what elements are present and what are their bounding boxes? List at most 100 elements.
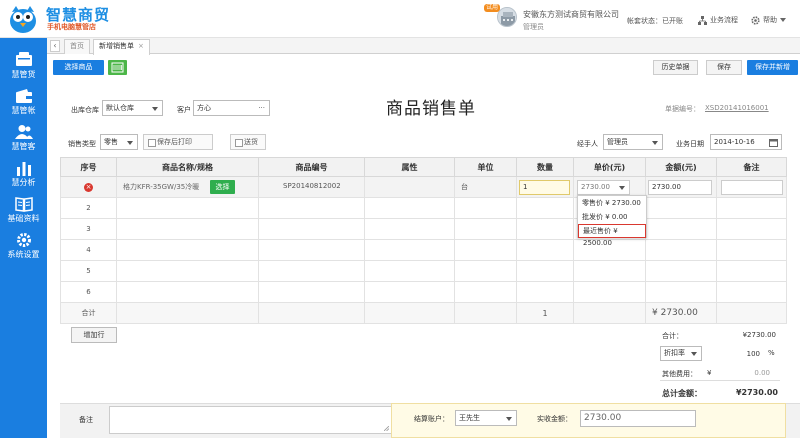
table-row: 3	[60, 218, 787, 240]
unit-cell[interactable]	[454, 281, 517, 303]
qty-cell[interactable]	[516, 281, 574, 303]
unit-cell[interactable]	[454, 260, 517, 282]
help-menu[interactable]: 帮助	[751, 15, 786, 25]
col-header-code: 商品编号	[258, 157, 365, 177]
amount-cell[interactable]	[645, 239, 717, 261]
calendar-icon[interactable]	[769, 138, 778, 147]
select-goods-button[interactable]: 选择商品	[53, 60, 104, 75]
tab-new-sales-order[interactable]: 新增销售单 ×	[93, 39, 150, 55]
remark-cell[interactable]	[716, 239, 787, 261]
discount-value[interactable]: 100	[720, 350, 760, 358]
goods-name-cell[interactable]	[116, 281, 259, 303]
add-row-button[interactable]: 增加行	[71, 327, 117, 343]
goods-code-cell[interactable]	[258, 281, 365, 303]
amount-cell[interactable]	[645, 197, 717, 219]
print-after-save-checkbox[interactable]: 保存后打印	[143, 134, 213, 150]
sidebar-item-basic-data[interactable]: 基础资料	[0, 194, 47, 230]
close-icon[interactable]: ×	[138, 42, 144, 50]
table-header-row: 序号 商品名称/规格 商品编号 属性 单位 数量 单价(元) 金额(元) 备注	[60, 157, 787, 177]
tab-scroll-left-icon[interactable]: ‹	[50, 40, 60, 52]
save-button[interactable]: 保存	[706, 60, 742, 75]
memo-textarea[interactable]	[109, 406, 392, 434]
qty-input[interactable]: 1	[519, 180, 570, 195]
save-new-button[interactable]: 保存并新增	[747, 60, 798, 75]
price-value: 2730.00	[581, 183, 610, 191]
attr-cell[interactable]	[364, 218, 455, 240]
remark-cell[interactable]	[716, 218, 787, 240]
business-date-label: 业务日期	[676, 140, 704, 148]
sidebar-item-goods[interactable]: 慧管货	[0, 50, 47, 86]
remark-cell[interactable]	[716, 260, 787, 282]
sidebar-item-customers[interactable]: 慧管客	[0, 122, 47, 158]
price-cell[interactable]	[573, 260, 646, 282]
qty-cell[interactable]	[516, 260, 574, 282]
warehouse-label: 出库仓库	[71, 106, 99, 114]
attr-cell[interactable]	[364, 197, 455, 219]
sidebar-item-accounts[interactable]: 慧管帐	[0, 86, 47, 122]
discount-select[interactable]: 折扣率	[660, 346, 702, 361]
settlement-account-select[interactable]: 王先生	[455, 410, 517, 426]
amount-cell[interactable]	[645, 218, 717, 240]
select-goods-row-button[interactable]: 选择	[210, 180, 235, 194]
table-row: 4	[60, 239, 787, 261]
goods-name-cell[interactable]	[116, 218, 259, 240]
attr-cell[interactable]	[364, 176, 455, 198]
resize-handle-icon[interactable]	[384, 426, 389, 431]
amount-input[interactable]: 2730.00	[648, 180, 712, 195]
table-row: 5	[60, 260, 787, 282]
business-flow-link[interactable]: 业务流程	[698, 15, 738, 25]
tab-home[interactable]: 首页	[64, 39, 90, 54]
subtotal-label: 合计：	[662, 332, 683, 340]
barcode-button[interactable]	[108, 60, 127, 75]
qty-cell[interactable]	[516, 239, 574, 261]
goods-name-cell[interactable]	[116, 260, 259, 282]
goods-code-cell[interactable]	[258, 218, 365, 240]
sidebar-item-settings[interactable]: 系统设置	[0, 230, 47, 266]
sale-type-select[interactable]: 零售	[100, 134, 138, 150]
price-option-label: 最近售价	[583, 227, 611, 235]
tab-new-sales-order-label: 新增销售单	[99, 42, 134, 50]
company-avatar[interactable]	[497, 7, 517, 27]
price-option-retail[interactable]: 零售价 ¥ 2730.00	[578, 196, 646, 210]
customer-input[interactable]: 方心 ···	[193, 100, 270, 116]
business-date-input[interactable]: 2014-10-16	[710, 134, 782, 150]
more-icon[interactable]: ···	[258, 101, 265, 115]
goods-code-cell[interactable]	[258, 239, 365, 261]
company-name[interactable]: 安徽东方测试商贸有限公司	[523, 9, 619, 20]
paid-amount-input[interactable]: 2730.00	[580, 410, 696, 427]
qty-cell[interactable]	[516, 197, 574, 219]
goods-name-cell[interactable]	[116, 239, 259, 261]
attr-cell[interactable]	[364, 239, 455, 261]
goods-code-cell[interactable]	[258, 260, 365, 282]
tab-home-label: 首页	[70, 42, 84, 50]
row-index-cell: 4	[60, 239, 117, 261]
history-button[interactable]: 历史单据	[653, 60, 698, 75]
qty-cell[interactable]	[516, 218, 574, 240]
delivery-checkbox[interactable]: 送货	[230, 134, 266, 150]
attr-cell[interactable]	[364, 281, 455, 303]
warehouse-select[interactable]: 默认仓库	[102, 100, 163, 116]
unit-cell[interactable]	[454, 197, 517, 219]
price-cell[interactable]	[573, 281, 646, 303]
goods-code-cell[interactable]	[258, 197, 365, 219]
goods-name-cell[interactable]	[116, 197, 259, 219]
remark-cell[interactable]	[716, 281, 787, 303]
attr-cell[interactable]	[364, 260, 455, 282]
other-fee-value[interactable]: 0.00	[730, 369, 770, 377]
discount-label: 折扣率	[664, 349, 685, 357]
help-label: 帮助	[763, 16, 777, 24]
price-option-wholesale[interactable]: 批发价 ¥ 0.00	[578, 210, 646, 224]
unit-cell[interactable]	[454, 218, 517, 240]
delete-row-icon[interactable]: ×	[84, 182, 93, 192]
unit-cell[interactable]	[454, 239, 517, 261]
qty-cell: 1	[516, 176, 574, 198]
price-option-recent[interactable]: 最近售价 ¥ 2500.00	[578, 224, 646, 247]
amount-cell[interactable]	[645, 281, 717, 303]
price-select[interactable]: 2730.00	[577, 180, 630, 195]
remark-input[interactable]	[721, 180, 783, 195]
remark-cell[interactable]	[716, 197, 787, 219]
handler-select[interactable]: 管理员	[603, 134, 663, 150]
amount-cell[interactable]	[645, 260, 717, 282]
sidebar-item-analysis[interactable]: 慧分析	[0, 158, 47, 194]
doc-number-link[interactable]: XSD20141016001	[705, 104, 769, 112]
